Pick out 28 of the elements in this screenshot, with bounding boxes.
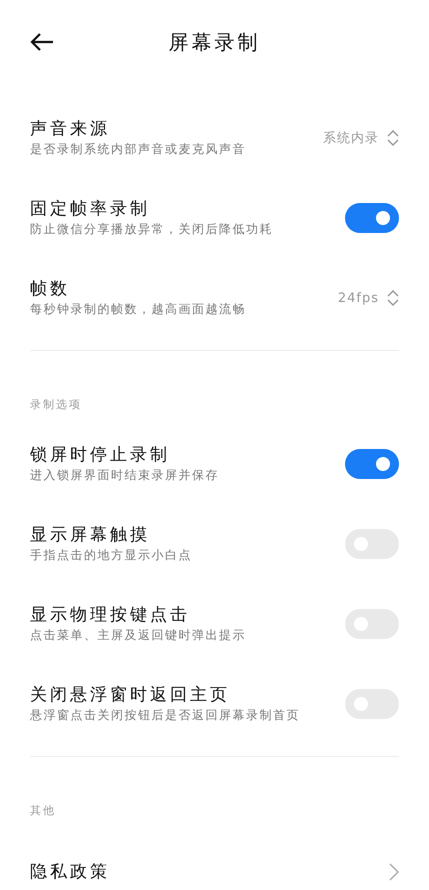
up-down-chevron-icon[interactable] xyxy=(387,130,399,146)
setting-title[interactable]: 隐私政策 xyxy=(30,861,110,883)
section-label: 录制选项 xyxy=(30,397,83,413)
toggle-switch[interactable] xyxy=(345,449,399,479)
setting-description: 手指点击的地方显示小白点 xyxy=(30,547,193,564)
selected-value: 系统内录 xyxy=(323,130,379,147)
setting-title: 显示屏幕触摸 xyxy=(30,524,150,546)
setting-title: 声音来源 xyxy=(30,118,110,140)
setting-description: 每秒钟录制的帧数，越高画面越流畅 xyxy=(30,301,247,318)
setting-description: 防止微信分享播放异常，关闭后降低功耗 xyxy=(30,221,274,238)
setting-title: 锁屏时停止录制 xyxy=(30,444,170,466)
setting-title: 固定帧率录制 xyxy=(30,198,150,220)
setting-description: 悬浮窗点击关闭按钮后是否返回屏幕录制首页 xyxy=(30,707,301,724)
toggle-switch[interactable] xyxy=(345,203,399,233)
setting-description: 进入锁屏界面时结束录屏并保存 xyxy=(30,467,220,484)
back-icon[interactable] xyxy=(30,33,54,51)
up-down-chevron-icon[interactable] xyxy=(387,290,399,306)
setting-description: 是否录制系统内部声音或麦克风声音 xyxy=(30,141,247,158)
setting-title: 显示物理按键点击 xyxy=(30,604,190,626)
selected-value: 24fps xyxy=(338,290,379,306)
setting-title: 关闭悬浮窗时返回主页 xyxy=(30,684,230,706)
section-label: 其他 xyxy=(30,803,57,819)
value-selector[interactable]: 系统内录 xyxy=(323,129,399,147)
chevron-right-icon[interactable] xyxy=(389,863,399,881)
setting-description: 点击菜单、主屏及返回键时弹出提示 xyxy=(30,627,247,644)
setting-title: 帧数 xyxy=(30,278,70,300)
value-selector[interactable]: 24fps xyxy=(338,290,399,306)
page-title: 屏幕录制 xyxy=(168,28,260,56)
